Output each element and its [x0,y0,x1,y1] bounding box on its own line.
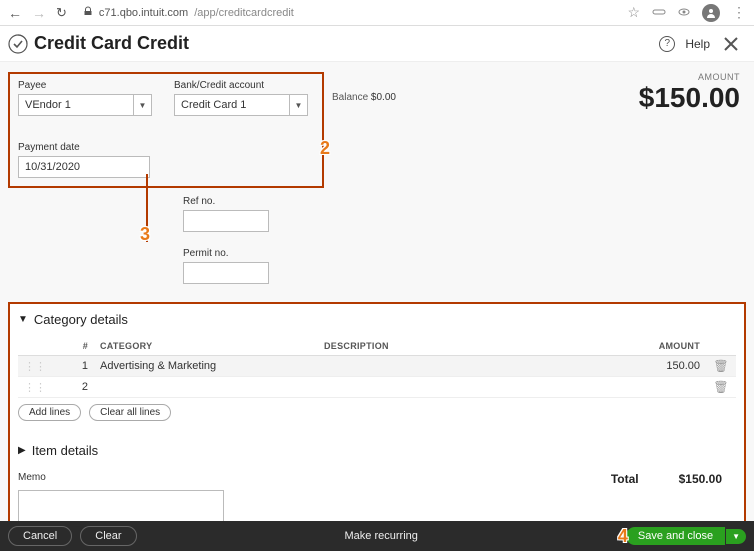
row-amount[interactable] [586,377,706,398]
balance-label: Balance [332,92,368,103]
bank-select[interactable]: Credit Card 1 ▼ [174,94,308,116]
category-title: Category details [34,312,128,327]
total-label: Total [611,472,639,486]
add-lines-button[interactable]: Add lines [18,404,81,421]
col-num: # [46,337,94,356]
col-amount: AMOUNT [586,337,706,356]
save-dropdown-caret[interactable]: ▼ [726,529,746,544]
help-label[interactable]: Help [685,37,710,51]
table-row[interactable]: ⋮⋮ 2 🗑 [18,377,736,398]
payee-label: Payee [18,80,152,91]
clear-lines-button[interactable]: Clear all lines [89,404,171,421]
category-details-section: ▼ Category details # CATEGORY DESCRIPTIO… [8,302,746,521]
payee-value: VEndor 1 [25,99,71,111]
browser-toolbar: ← → ↻ c71.qbo.intuit.com/app/creditcardc… [0,0,754,26]
logo-icon [8,34,28,54]
row-num: 1 [46,356,94,377]
make-recurring-link[interactable]: Make recurring [145,530,618,542]
reload-button[interactable]: ↻ [56,5,67,21]
trash-icon[interactable]: 🗑 [713,359,728,373]
row-amount[interactable]: 150.00 [586,356,706,377]
item-title: Item details [32,443,98,458]
payment-date-label: Payment date [18,142,150,153]
bank-value: Credit Card 1 [181,99,246,111]
memo-label: Memo [18,472,224,483]
payment-date-input[interactable]: 10/31/2020 [18,156,150,178]
amount-value: $150.00 [639,82,740,114]
avatar[interactable] [702,4,720,22]
row-description[interactable] [318,377,586,398]
row-category[interactable] [94,377,318,398]
page-header: Credit Card Credit ? Help [0,26,754,62]
balance-value: $0.00 [371,92,396,103]
permit-input[interactable] [183,262,269,284]
balance-text: Balance $0.00 [332,92,396,103]
item-details-toggle[interactable]: ▶ Item details [18,443,736,458]
page-title: Credit Card Credit [34,33,659,54]
col-category: CATEGORY [94,337,318,356]
form-content: Payee VEndor 1 ▼ Bank/Credit account Cre… [0,62,754,521]
row-category[interactable]: Advertising & Marketing [94,356,318,377]
memo-textarea[interactable] [18,490,224,521]
save-button[interactable]: Save and close [626,527,725,545]
caret-down-icon: ▼ [18,314,28,325]
reader-icon[interactable] [678,6,690,20]
caret-right-icon: ▶ [18,445,26,456]
back-button[interactable]: ← [8,5,22,21]
bank-label: Bank/Credit account [174,80,308,91]
url-path: /app/creditcardcredit [194,7,294,19]
address-bar[interactable]: c71.qbo.intuit.com/app/creditcardcredit [77,6,618,19]
payee-select[interactable]: VEndor 1 ▼ [18,94,152,116]
chevron-down-icon[interactable]: ▼ [289,95,307,115]
url-host: c71.qbo.intuit.com [99,7,188,19]
clear-button[interactable]: Clear [80,526,136,546]
chevron-down-icon[interactable]: ▼ [133,95,151,115]
help-icon[interactable]: ? [659,36,675,52]
cancel-button[interactable]: Cancel [8,526,72,546]
ref-input[interactable] [183,210,269,232]
footer-bar: Cancel Clear Make recurring 4 Save and c… [0,521,754,551]
row-description[interactable] [318,356,586,377]
extension-icon[interactable] [652,6,666,20]
trash-icon[interactable]: 🗑 [713,380,728,394]
amount-label: AMOUNT [639,72,740,82]
annotation-three: 3 [140,224,150,245]
lock-icon [83,6,93,19]
payment-date-value: 10/31/2020 [25,161,80,173]
ref-label: RRef no. [183,196,746,207]
col-description: DESCRIPTION [318,337,586,356]
permit-label: Permit no. [183,248,746,259]
forward-button[interactable]: → [32,5,46,21]
payee-section: Payee VEndor 1 ▼ Bank/Credit account Cre… [8,72,324,188]
total-value: $150.00 [679,472,722,486]
drag-handle-icon[interactable]: ⋮⋮ [24,382,46,394]
category-grid: # CATEGORY DESCRIPTION AMOUNT ⋮⋮ 1 Adver… [18,337,736,398]
row-num: 2 [46,377,94,398]
drag-handle-icon[interactable]: ⋮⋮ [24,361,46,373]
close-button[interactable] [720,33,742,55]
bookmark-icon[interactable]: ☆ [627,4,640,21]
kebab-menu-icon[interactable]: ⋮ [732,4,746,21]
table-row[interactable]: ⋮⋮ 1 Advertising & Marketing 150.00 🗑 [18,356,736,377]
category-details-toggle[interactable]: ▼ Category details [18,312,736,327]
